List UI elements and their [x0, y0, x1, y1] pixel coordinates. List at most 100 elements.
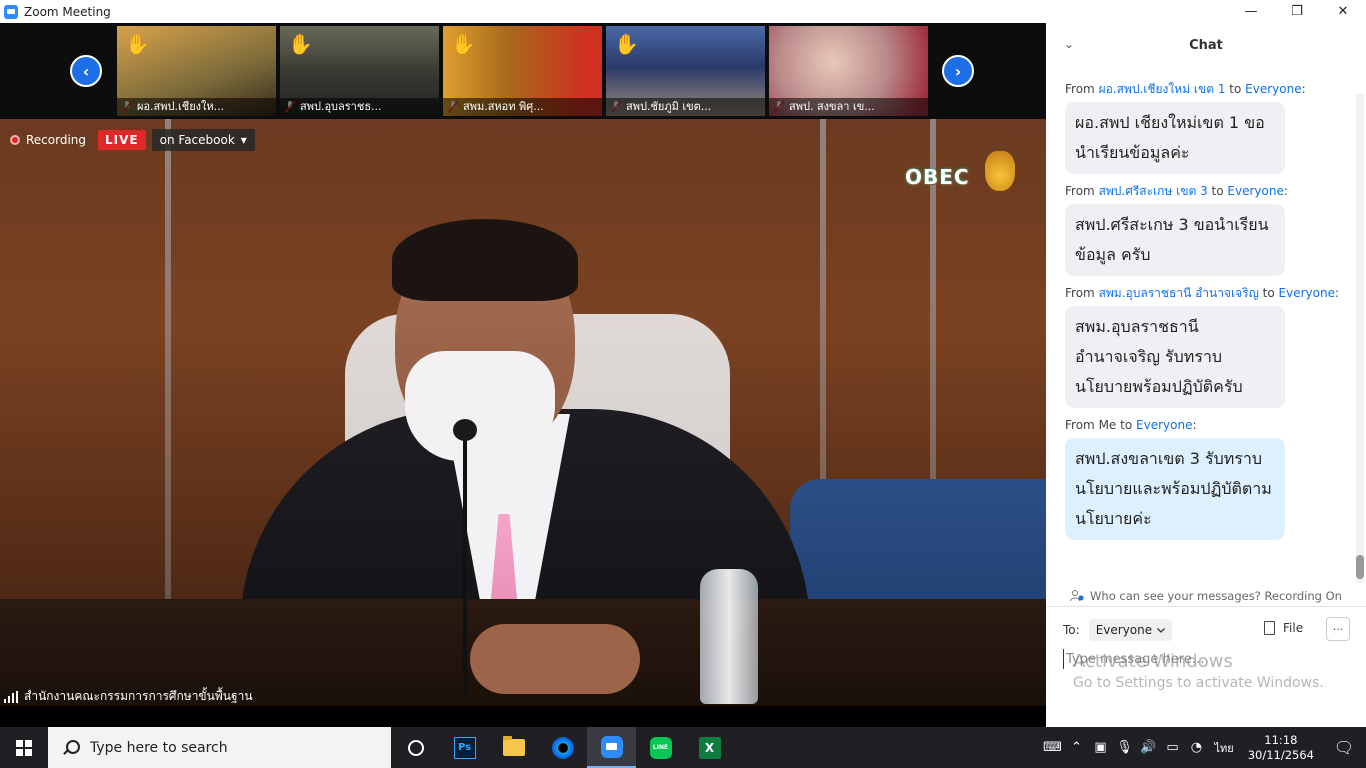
recording-indicator: Recording LIVE on Facebook ▾ [10, 129, 255, 151]
restore-button[interactable]: ❐ [1274, 0, 1320, 23]
chat-title: Chat [1189, 37, 1223, 53]
participant-thumbnail[interactable]: ✋ สพป.ชัยภูมิ เขต... [606, 26, 765, 116]
recipient-select[interactable]: Everyone [1088, 619, 1173, 641]
chevron-left-icon: ‹ [82, 61, 90, 81]
file-explorer-button[interactable] [489, 727, 538, 768]
wifi-icon[interactable]: ◔ [1184, 740, 1208, 755]
raised-hand-icon: ✋ [451, 32, 476, 56]
message-recipient[interactable]: Everyone [1136, 418, 1192, 432]
excel-icon: X [698, 736, 721, 759]
participant-name: ผอ.สพป.เชียงให... [117, 98, 276, 116]
search-input[interactable] [90, 739, 380, 756]
people-icon [1070, 589, 1084, 601]
water-bottle [700, 569, 758, 704]
participant-name: สพป.ชัยภูมิ เขต... [606, 98, 765, 116]
task-view-button[interactable] [391, 727, 440, 768]
message-bubble: ผอ.สพป เชียงใหม่เขต 1 ขอนำเรียนข้อมูลค่ะ [1065, 102, 1285, 174]
start-button[interactable] [0, 727, 48, 768]
chat-scrollbar[interactable] [1356, 93, 1364, 583]
excel-button[interactable]: X [685, 727, 734, 768]
more-options-button[interactable]: ··· [1326, 617, 1350, 641]
window-title: Zoom Meeting [24, 4, 111, 19]
battery-icon[interactable]: ▭ [1160, 740, 1184, 755]
close-button[interactable]: ✕ [1320, 0, 1366, 23]
message-sender[interactable]: ผอ.สพป.เชียงใหม่ เขต 1 [1099, 82, 1226, 96]
line-button[interactable]: LINE [636, 727, 685, 768]
chevron-up-icon[interactable]: ⌃ [1064, 740, 1088, 755]
message-recipient[interactable]: Everyone [1227, 184, 1283, 198]
screen: Zoom Meeting — ❐ ✕ ‹ ✋ ผอ.สพป.เชียงให...… [0, 0, 1366, 768]
zoom-icon [600, 735, 623, 758]
chevron-down-icon[interactable]: ⌄ [1064, 37, 1074, 51]
folder-icon [502, 736, 525, 756]
live-badge: LIVE [98, 130, 146, 150]
minimize-button[interactable]: — [1228, 0, 1274, 23]
chat-message: From Me to Everyone: สพป.สงขลาเขต 3 รับท… [1065, 415, 1366, 547]
recipient-row: To: Everyone File ··· [1046, 617, 1366, 643]
participant-thumbnail[interactable]: ✋ สพป.อุบลราชธ... [280, 26, 439, 116]
file-icon [1264, 621, 1275, 635]
participant-name: สพป. สงขลา เข... [769, 98, 928, 116]
scrollbar-thumb[interactable] [1356, 555, 1364, 579]
to-label: To: [1063, 623, 1080, 637]
chat-message: From ผอ.สพป.เชียงใหม่ เขต 1 to Everyone:… [1065, 79, 1366, 181]
record-dot-icon [10, 135, 20, 145]
obec-logo-text: OBEC [905, 165, 970, 189]
participant-thumbnail[interactable]: สพป. สงขลา เข... [769, 26, 928, 116]
keyboard-icon[interactable]: ⌨ [1040, 740, 1064, 755]
message-meta: From สพม.อุบลราชธานี อำนาจเจริญ to Every… [1065, 286, 1340, 300]
message-recipient[interactable]: Everyone [1245, 82, 1301, 96]
participant-thumbnail[interactable]: ✋ สพม.สหอท พิศุ... [443, 26, 602, 116]
cortana-icon [407, 739, 424, 756]
message-sender[interactable]: สพป.ศรีสะเกษ เขต 3 [1099, 184, 1208, 198]
chevron-right-icon: › [954, 61, 962, 81]
network-icon[interactable]: ▣ [1088, 740, 1112, 755]
chevron-down-icon [1157, 627, 1166, 633]
live-stream-dropdown[interactable]: on Facebook ▾ [151, 129, 255, 151]
privacy-text: Who can see your messages? Recording On [1090, 588, 1342, 603]
system-tray: ⌨ ⌃ ▣ 🎙 🔊 ▭ ◔ ไทย 11:18 30/11/2564 🗨 [1040, 727, 1366, 768]
privacy-notice[interactable]: Who can see your messages? Recording On [1046, 585, 1366, 607]
next-page-button[interactable]: › [942, 55, 974, 87]
chat-messages[interactable]: From ผอ.สพป.เชียงใหม่ เขต 1 to Everyone:… [1046, 67, 1366, 585]
webex-button[interactable] [538, 727, 587, 768]
file-button[interactable]: File [1264, 621, 1303, 635]
stream-target-label: on Facebook [159, 133, 235, 147]
taskbar-search[interactable] [48, 727, 391, 768]
line-icon: LINE [649, 736, 672, 759]
chat-message: From สพป.ศรีสะเกษ เขต 3 to Everyone: สพป… [1065, 181, 1366, 283]
raised-hand-icon: ✋ [288, 32, 313, 56]
message-sender: Me [1098, 418, 1117, 432]
recipient-value: Everyone [1095, 623, 1153, 637]
windows-logo-icon [16, 739, 32, 756]
clock[interactable]: 11:18 30/11/2564 [1248, 733, 1314, 763]
notification-icon[interactable]: 🗨 [1322, 738, 1366, 757]
input-language[interactable]: ไทย [1214, 739, 1233, 757]
message-input[interactable] [1063, 649, 1353, 669]
taskbar: Ps LINE X ⌨ ⌃ ▣ 🎙 🔊 ▭ ◔ ไทย 11:18 30/11/… [0, 727, 1366, 768]
message-recipient[interactable]: Everyone [1279, 286, 1335, 300]
message-meta: From สพป.ศรีสะเกษ เขต 3 to Everyone: [1065, 184, 1288, 198]
speaker-name: สำนักงานคณะกรรมการการศึกษาขั้นพื้นฐาน [24, 689, 253, 703]
clock-date: 30/11/2564 [1247, 747, 1314, 762]
active-speaker-video [0, 119, 1046, 706]
obec-logo: OBEC [905, 151, 1015, 211]
chat-panel: ⌄ Chat From ผอ.สพป.เชียงใหม่ เขต 1 to Ev… [1046, 23, 1366, 727]
participant-thumbnail[interactable]: ✋ ผอ.สพป.เชียงให... [117, 26, 276, 116]
volume-icon[interactable]: 🔊 [1136, 740, 1160, 755]
speaker-name-label: สำนักงานคณะกรรมการการศึกษาขั้นพื้นฐาน [4, 687, 253, 706]
microphone-icon[interactable]: 🎙 [1112, 740, 1136, 755]
photoshop-button[interactable]: Ps [440, 727, 489, 768]
search-icon [62, 739, 80, 756]
zoom-taskbar-button[interactable] [587, 727, 636, 768]
chat-message: From สพม.อุบลราชธานี อำนาจเจริญ to Every… [1065, 283, 1366, 415]
participant-name: สพม.สหอท พิศุ... [443, 98, 602, 116]
thumbnail-strip: ‹ ✋ ผอ.สพป.เชียงให... ✋ สพป.อุบลราชธ... … [0, 23, 1046, 119]
raised-hand-icon: ✋ [125, 32, 150, 56]
prev-page-button[interactable]: ‹ [70, 55, 102, 87]
photoshop-icon: Ps [453, 736, 476, 759]
message-bubble: สพป.ศรีสะเกษ 3 ขอนำเรียนข้อมูล ครับ [1065, 204, 1285, 276]
emblem-icon [985, 151, 1015, 191]
message-sender[interactable]: สพม.อุบลราชธานี อำนาจเจริญ [1099, 286, 1259, 300]
raised-hand-icon: ✋ [614, 32, 639, 56]
